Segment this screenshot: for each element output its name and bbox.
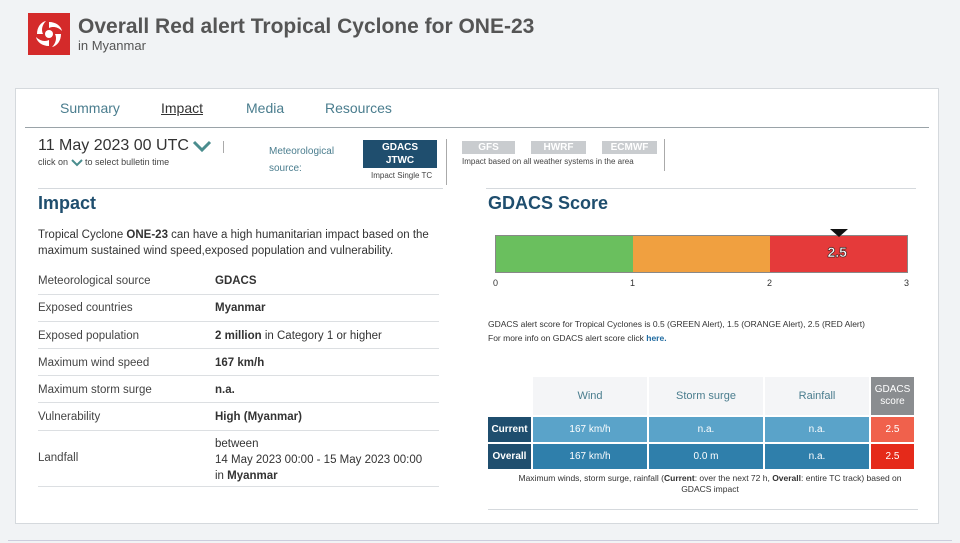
- col-header-wind: Wind: [533, 377, 647, 415]
- bulletin-hint-before: click on: [38, 157, 69, 167]
- landfall-country: Myanmar: [227, 470, 278, 482]
- impact-row-value: 167 km/h: [215, 357, 265, 369]
- col-header-rainfall: Rainfall: [765, 377, 869, 415]
- source-active-line1: GDACS: [381, 142, 419, 153]
- impact-row-landfall: Landfall between 14 May 2023 00:00 - 15 …: [38, 431, 439, 487]
- impact-row-label: Meteorological source: [38, 275, 151, 287]
- row-label-overall: Overall: [488, 444, 531, 469]
- impact-row-value: Myanmar: [215, 302, 266, 314]
- impact-row: Meteorological source GDACS: [38, 267, 439, 295]
- tab-impact[interactable]: Impact: [161, 100, 203, 116]
- st-note-a: Maximum winds, storm surge, rainfall (: [518, 473, 664, 483]
- impact-row-label: Maximum storm surge: [38, 384, 152, 396]
- score-heading: GDACS Score: [488, 193, 609, 213]
- tab-media[interactable]: Media: [246, 100, 284, 116]
- impact-row-value: n.a.: [215, 384, 235, 396]
- landfall-line1: between: [215, 438, 259, 450]
- met-source-label-line2: source:: [269, 163, 302, 174]
- impact-row-label: Exposed population: [38, 330, 140, 342]
- score-note-line2: For more info on GDACS alert score click: [488, 333, 647, 343]
- bulletin-date[interactable]: 11 May 2023 00 UTC: [38, 137, 189, 155]
- bulletin-hint-after: to select bulletin time: [85, 157, 170, 167]
- score-tick: 0: [493, 278, 499, 288]
- score-header-line2: score: [880, 396, 905, 407]
- content-panel: Summary Impact Media Resources 11 May 20…: [15, 88, 939, 524]
- met-source-label: Meteorological source:: [269, 143, 349, 177]
- impact-desc-before: Tropical Cyclone: [38, 229, 127, 241]
- impact-row-label: Landfall: [38, 452, 79, 464]
- cell-current-score: 2.5: [871, 417, 914, 442]
- score-tick: 2: [767, 278, 773, 288]
- st-note-current: Current: [663, 473, 695, 483]
- tab-resources[interactable]: Resources: [325, 100, 392, 116]
- page-title: Overall Red alert Tropical Cyclone for O…: [78, 15, 535, 38]
- cell-current-wind: 167 km/h: [533, 417, 647, 442]
- chevron-down-icon[interactable]: [192, 139, 212, 153]
- cyclone-icon: [28, 13, 70, 55]
- impact-row-value: GDACS: [215, 275, 257, 287]
- source-gfs-button[interactable]: GFS: [462, 141, 515, 154]
- tab-divider: [25, 127, 929, 128]
- cell-current-surge: n.a.: [649, 417, 763, 442]
- impact-row-value: High (Myanmar): [215, 411, 302, 423]
- impact-row-value-rest: in Category 1 or higher: [261, 330, 382, 342]
- impact-row: Vulnerability High (Myanmar): [38, 403, 439, 431]
- score-segment-green: [496, 236, 633, 272]
- col-header-surge: Storm surge: [649, 377, 763, 415]
- landfall-prefix: in: [215, 470, 228, 482]
- st-note-overall: Overall: [772, 473, 802, 483]
- score-note: GDACS alert score for Tropical Cyclones …: [488, 317, 928, 345]
- cell-current-rain: n.a.: [765, 417, 869, 442]
- cell-overall-rain: n.a.: [765, 444, 869, 469]
- source-active-line2: JTWC: [385, 155, 415, 166]
- met-source-label-line1: Meteorological: [269, 146, 335, 157]
- score-pointer-icon: [829, 229, 848, 237]
- divider: [488, 509, 918, 510]
- impact-row: Maximum storm surge n.a.: [38, 376, 439, 403]
- score-note-line1: GDACS alert score for Tropical Cyclones …: [488, 319, 865, 329]
- divider: [664, 139, 665, 171]
- score-table-note: Maximum winds, storm surge, rainfall (Cu…: [494, 473, 926, 495]
- page-subtitle: in Myanmar: [78, 38, 146, 53]
- divider: [486, 188, 916, 189]
- source-gdacs-jtwc-button[interactable]: GDACS JTWC: [363, 140, 437, 168]
- score-segment-orange: [633, 236, 770, 272]
- tab-summary[interactable]: Summary: [60, 100, 120, 116]
- divider: [8, 540, 952, 541]
- impact-row-value-bold: 2 million: [215, 330, 262, 342]
- impact-row-label: Exposed countries: [38, 302, 133, 314]
- cell-overall-wind: 167 km/h: [533, 444, 647, 469]
- row-label-current: Current: [488, 417, 531, 442]
- st-note-c: : entire TC track) based on: [801, 473, 902, 483]
- st-note-b: : over the next 72 h,: [694, 473, 773, 483]
- divider: [446, 139, 447, 185]
- score-info-link[interactable]: here.: [646, 333, 666, 343]
- landfall-line2: 14 May 2023 00:00 - 15 May 2023 00:00: [215, 454, 423, 466]
- impact-row: Exposed population 2 million in Category…: [38, 322, 439, 349]
- score-value: 2.5: [827, 244, 847, 261]
- impact-row-label: Maximum wind speed: [38, 357, 150, 369]
- divider: [38, 188, 443, 189]
- impact-heading: Impact: [38, 193, 97, 213]
- impact-row: Exposed countries Myanmar: [38, 295, 439, 322]
- impact-row: Maximum wind speed 167 km/h: [38, 349, 439, 376]
- source-hwrf-button[interactable]: HWRF: [531, 141, 586, 154]
- impact-desc-name: ONE-23: [126, 229, 168, 241]
- impact-description: Tropical Cyclone ONE-23 can have a high …: [38, 227, 448, 259]
- cell-overall-score: 2.5: [871, 444, 914, 469]
- col-header-score: GDACS score: [871, 377, 914, 415]
- score-tick: 1: [630, 278, 636, 288]
- st-note-line2: GDACS impact: [681, 484, 739, 494]
- bulletin-hint: click on to select bulletin time: [38, 157, 169, 167]
- source-others-note: Impact based on all weather systems in t…: [462, 157, 634, 166]
- source-ecmwf-button[interactable]: ECMWF: [602, 141, 657, 154]
- divider: [223, 141, 224, 153]
- score-header-line1: GDACS: [874, 384, 911, 395]
- cell-overall-surge: 0.0 m: [649, 444, 763, 469]
- score-tick: 3: [904, 278, 910, 288]
- impact-row-label: Vulnerability: [38, 411, 101, 423]
- source-active-note: Impact Single TC: [371, 171, 433, 180]
- chevron-down-small-icon: [70, 158, 83, 167]
